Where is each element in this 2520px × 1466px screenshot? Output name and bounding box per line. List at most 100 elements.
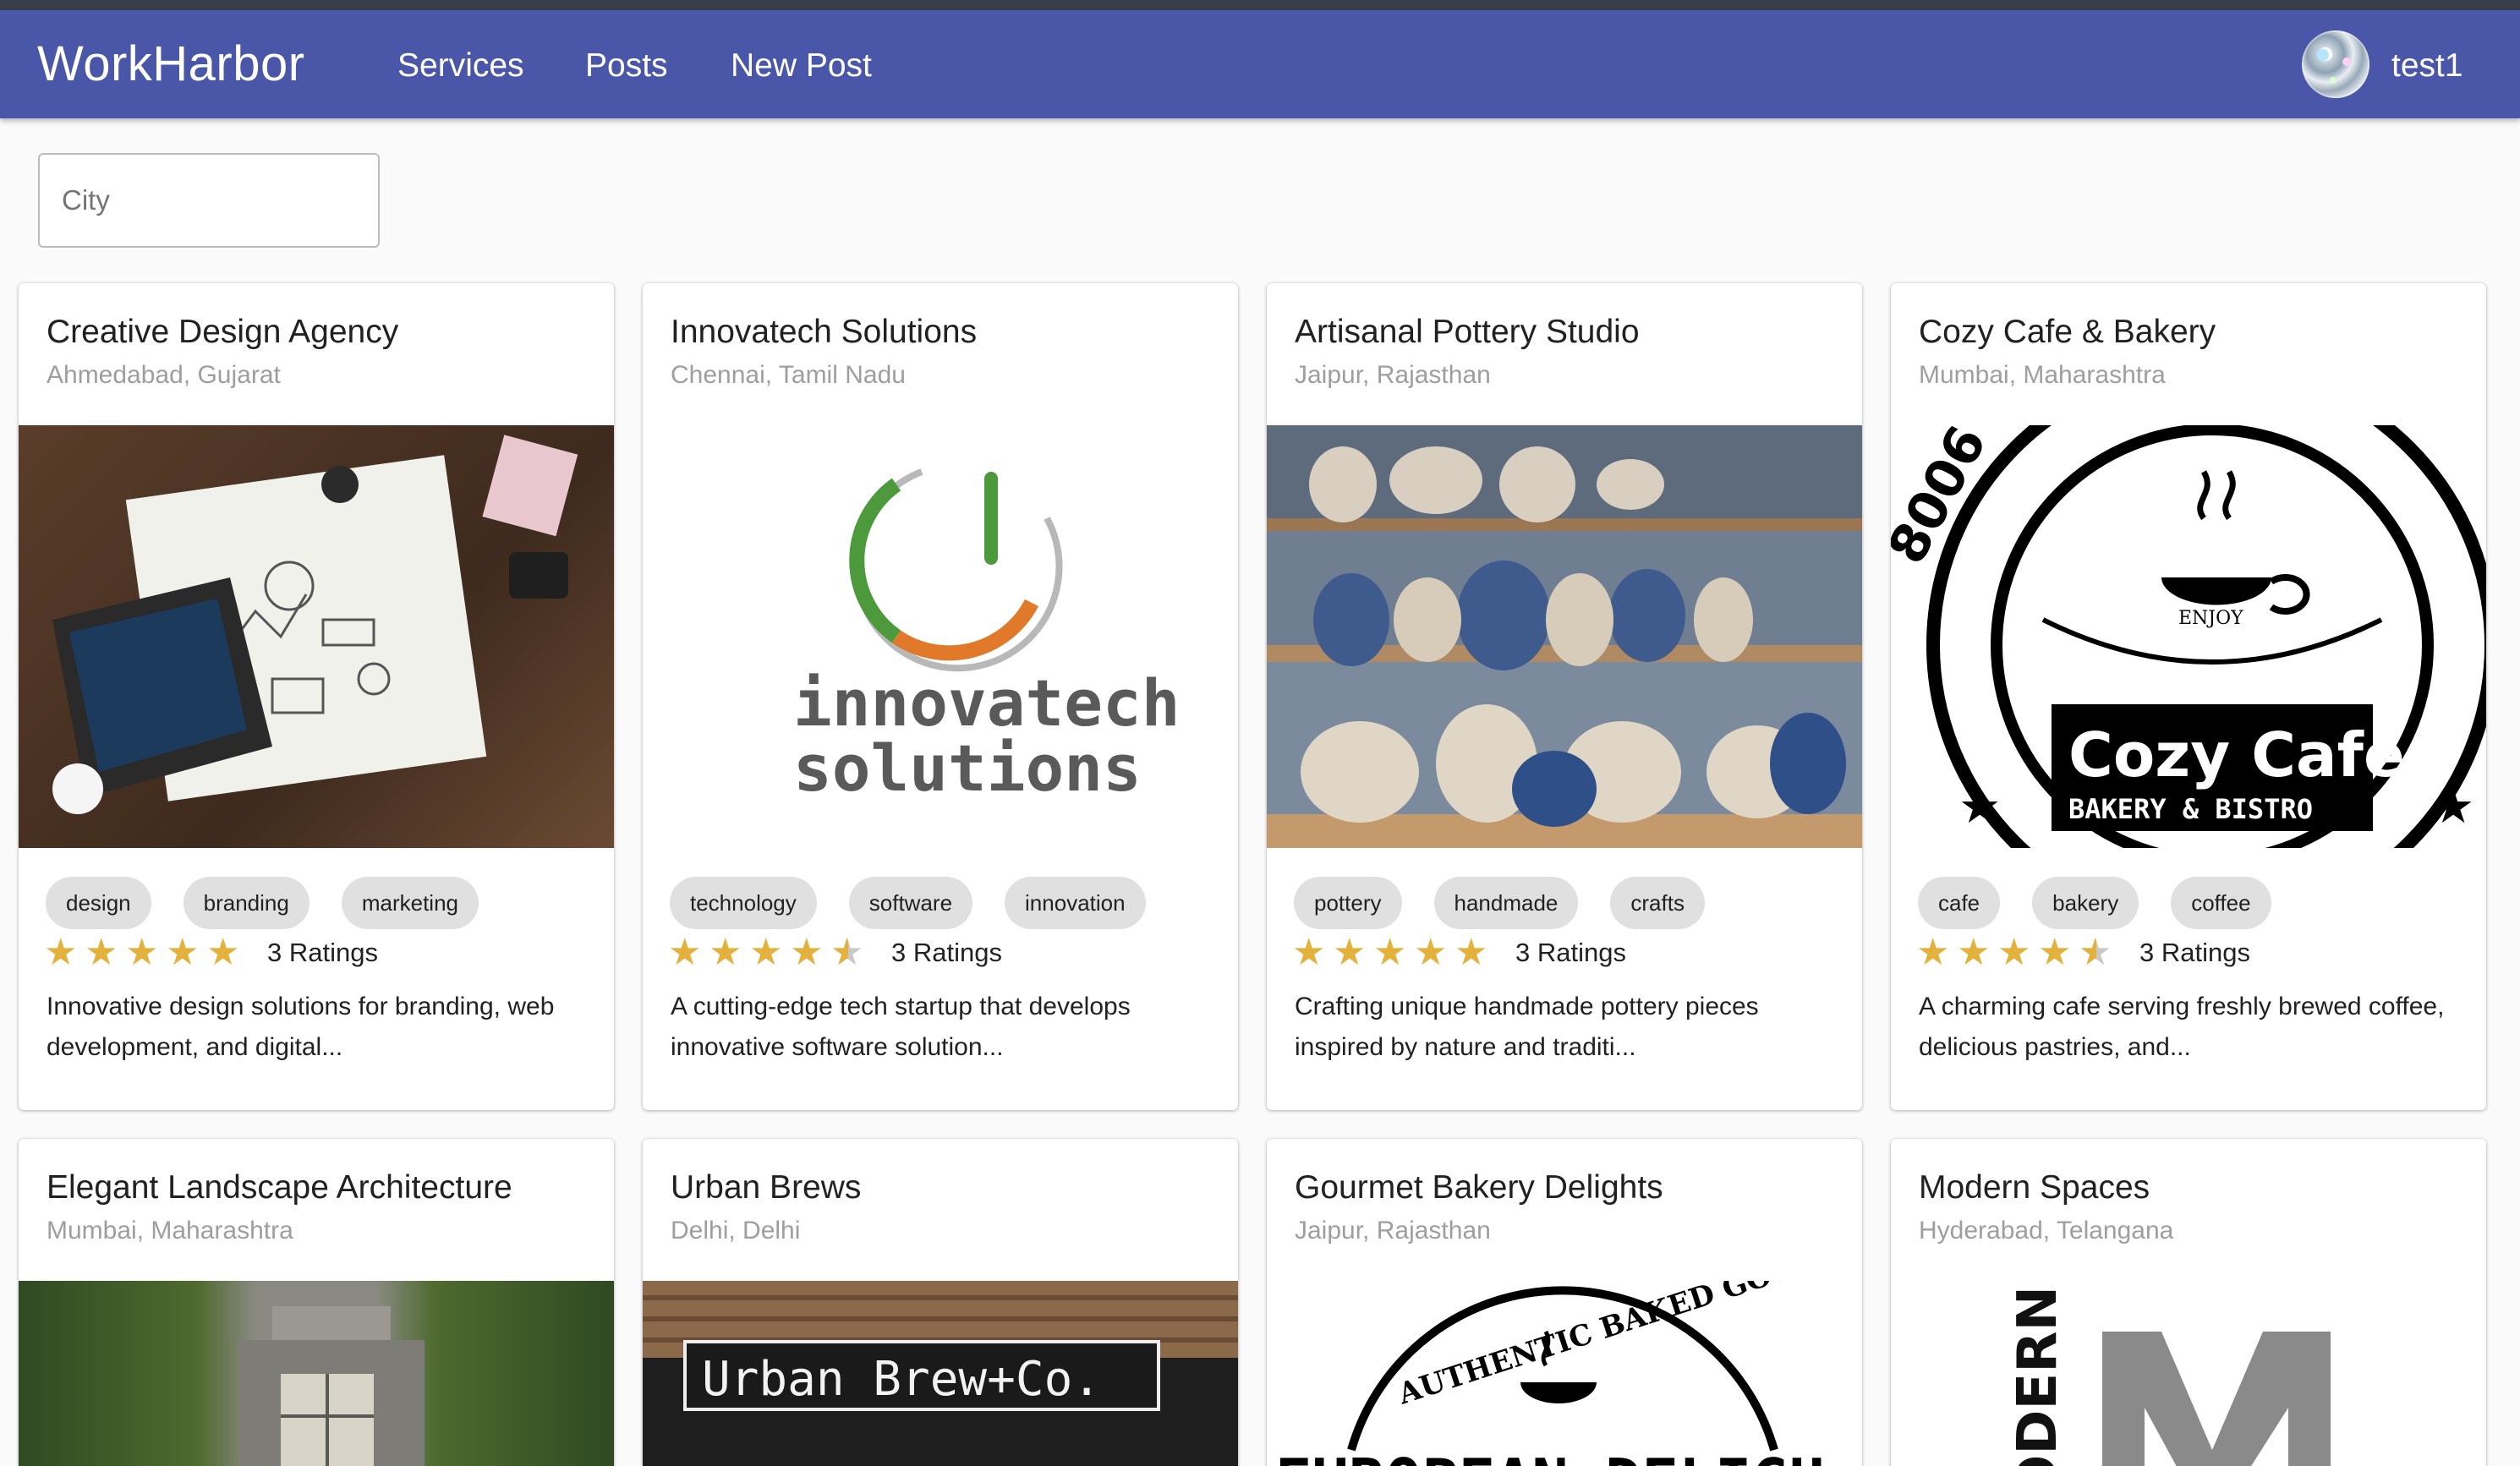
service-card[interactable]: Cozy Cafe & Bakery Mumbai, Maharashtra 8… bbox=[1891, 283, 2486, 1110]
card-description: A cutting-edge tech startup that develop… bbox=[671, 993, 1131, 1061]
ratings-count: 3 Ratings bbox=[2139, 938, 2250, 967]
card-title: Cozy Cafe & Bakery bbox=[1919, 314, 2216, 350]
service-card[interactable]: Elegant Landscape Architecture Mumbai, M… bbox=[19, 1139, 614, 1466]
rating-row: ★★★★★ 3 Ratings bbox=[1292, 934, 1626, 971]
user-name[interactable]: test1 bbox=[2391, 47, 2463, 85]
star-icon: ★ bbox=[1414, 932, 1448, 973]
star-icon: ★ bbox=[2038, 932, 2072, 973]
tag-list: pottery handmade crafts bbox=[1294, 877, 1705, 929]
tag-chip[interactable]: innovation bbox=[1005, 877, 1146, 929]
star-icon: ★ bbox=[790, 932, 824, 973]
nav-services-link[interactable]: Services bbox=[397, 47, 524, 85]
star-icon: ★ bbox=[1997, 932, 2031, 973]
rating-row: ★★★★★ 3 Ratings bbox=[668, 932, 1002, 973]
tag-chip[interactable]: crafts bbox=[1610, 877, 1705, 929]
card-title: Creative Design Agency bbox=[47, 314, 399, 350]
star-icon: ★ bbox=[1454, 932, 1488, 973]
rating-row: ★★★★★ 3 Ratings bbox=[1916, 932, 2250, 973]
tag-chip[interactable]: pottery bbox=[1294, 877, 1402, 929]
tag-list: technology software innovation bbox=[670, 877, 1146, 929]
card-title: Gourmet Bakery Delights bbox=[1295, 1169, 1663, 1206]
star-icon: ★ bbox=[1292, 932, 1326, 973]
service-card[interactable]: Innovatech Solutions Chennai, Tamil Nadu… bbox=[643, 283, 1238, 1110]
tag-chip[interactable]: cafe bbox=[1918, 877, 2001, 929]
rating-row: ★★★★★ 3 Ratings bbox=[44, 934, 378, 971]
card-title: Elegant Landscape Architecture bbox=[47, 1169, 512, 1206]
modern-spaces-logo: ODERN bbox=[2007, 1286, 2331, 1466]
service-card[interactable]: Modern Spaces Hyderabad, Telangana ODERN bbox=[1891, 1139, 2486, 1466]
card-image bbox=[19, 1281, 614, 1466]
card-image: ODERN bbox=[1891, 1281, 2486, 1466]
tag-list: design branding marketing bbox=[46, 877, 479, 929]
tag-chip[interactable]: coffee bbox=[2171, 877, 2271, 929]
tag-chip[interactable]: software bbox=[848, 877, 973, 929]
logo-bottom-text: EUROPEAN DELIGH bbox=[1275, 1446, 1825, 1466]
star-icon: ★ bbox=[2079, 934, 2114, 972]
card-location: Mumbai, Maharashtra bbox=[1919, 361, 2166, 389]
star-icon: ★ bbox=[44, 932, 78, 973]
tag-chip[interactable]: bakery bbox=[2032, 877, 2139, 929]
card-title: Innovatech Solutions bbox=[671, 314, 978, 350]
landscape-house-illustration bbox=[238, 1306, 425, 1466]
card-description: Crafting unique handmade pottery pieces … bbox=[1295, 993, 1759, 1061]
star-icon: ★ bbox=[85, 932, 118, 973]
card-location: Chennai, Tamil Nadu bbox=[671, 361, 906, 389]
design-desk-illustration bbox=[52, 435, 578, 814]
star-icon: ★ bbox=[1916, 932, 1950, 973]
logo-vertical-text: ODERN bbox=[2007, 1286, 2069, 1466]
service-card[interactable]: Gourmet Bakery Delights Jaipur, Rajastha… bbox=[1267, 1139, 1862, 1466]
tag-chip[interactable]: technology bbox=[670, 877, 817, 929]
logo-line-1: innovatech bbox=[793, 665, 1181, 741]
nav-new-post-link[interactable]: New Post bbox=[731, 47, 872, 85]
star-rating: ★ ★ ★ ★ ★ bbox=[44, 934, 242, 971]
urban-brews-storefront: Urban Brew+Co. bbox=[643, 1295, 1238, 1411]
card-image: innovatech solutions bbox=[643, 425, 1238, 848]
star-icon: ★ bbox=[125, 932, 159, 973]
innovatech-logo: innovatech solutions bbox=[793, 468, 1181, 806]
card-location: Ahmedabad, Gujarat bbox=[47, 361, 281, 389]
card-location: Mumbai, Maharashtra bbox=[47, 1217, 293, 1244]
star-icon: ★ bbox=[206, 932, 240, 973]
top-window-strip bbox=[0, 0, 2520, 10]
card-description: A charming cafe serving freshly brewed c… bbox=[1919, 993, 2445, 1061]
svg-text:★: ★ bbox=[2432, 779, 2474, 833]
star-rating: ★ ★ ★ ★ ★ bbox=[668, 932, 866, 973]
card-description: Innovative design solutions for branding… bbox=[47, 993, 555, 1061]
city-filter-input[interactable] bbox=[38, 153, 380, 248]
gourmet-bakery-logo: AUTHENTIC BAKED GOODS EUROPEAN DELIGH bbox=[1275, 1281, 1843, 1466]
star-icon: ★ bbox=[709, 932, 742, 973]
tag-chip[interactable]: branding bbox=[183, 877, 310, 929]
storefront-sign-text: Urban Brew+Co. bbox=[702, 1352, 1101, 1407]
ratings-count: 3 Ratings bbox=[891, 938, 1002, 967]
brand-logo[interactable]: WorkHarbor bbox=[37, 36, 305, 92]
star-icon: ★ bbox=[830, 934, 866, 972]
nav-posts-link[interactable]: Posts bbox=[585, 47, 668, 85]
ratings-count: 3 Ratings bbox=[1515, 938, 1626, 967]
service-card[interactable]: Creative Design Agency Ahmedabad, Gujara… bbox=[19, 283, 614, 1110]
tag-chip[interactable]: design bbox=[46, 877, 151, 929]
cozy-cafe-logo: 8006 Main Str ENJOY Cozy Café BAKERY & B… bbox=[1891, 425, 2486, 848]
ratings-count: 3 Ratings bbox=[267, 938, 378, 967]
service-card[interactable]: Artisanal Pottery Studio Jaipur, Rajasth… bbox=[1267, 283, 1862, 1110]
logo-name-text: Cozy Café bbox=[2068, 719, 2405, 790]
card-title: Modern Spaces bbox=[1919, 1169, 2150, 1206]
star-rating: ★ ★ ★ ★ ★ bbox=[1292, 934, 1490, 971]
card-image bbox=[19, 425, 614, 848]
card-location: Delhi, Delhi bbox=[671, 1217, 801, 1244]
star-icon: ★ bbox=[166, 932, 200, 973]
service-card[interactable]: Urban Brews Delhi, Delhi Urban Brew+Co. bbox=[643, 1139, 1238, 1466]
card-image: AUTHENTIC BAKED GOODS EUROPEAN DELIGH bbox=[1267, 1281, 1862, 1466]
star-rating: ★ ★ ★ ★ ★ bbox=[1916, 932, 2114, 973]
card-title: Artisanal Pottery Studio bbox=[1295, 314, 1640, 350]
logo-enjoy-text: ENJOY bbox=[2178, 608, 2243, 629]
card-location: Jaipur, Rajasthan bbox=[1295, 361, 1491, 389]
tag-chip[interactable]: handmade bbox=[1433, 877, 1579, 929]
star-icon: ★ bbox=[1957, 932, 1991, 973]
star-icon: ★ bbox=[1333, 932, 1367, 973]
card-location: Jaipur, Rajasthan bbox=[1295, 1217, 1491, 1244]
user-avatar[interactable] bbox=[2302, 30, 2369, 98]
tag-chip[interactable]: marketing bbox=[341, 877, 479, 929]
pottery-shelf-illustration bbox=[1301, 446, 1846, 827]
logo-tagline-text: BAKERY & BISTRO bbox=[2068, 793, 2313, 825]
card-image bbox=[1267, 425, 1862, 848]
